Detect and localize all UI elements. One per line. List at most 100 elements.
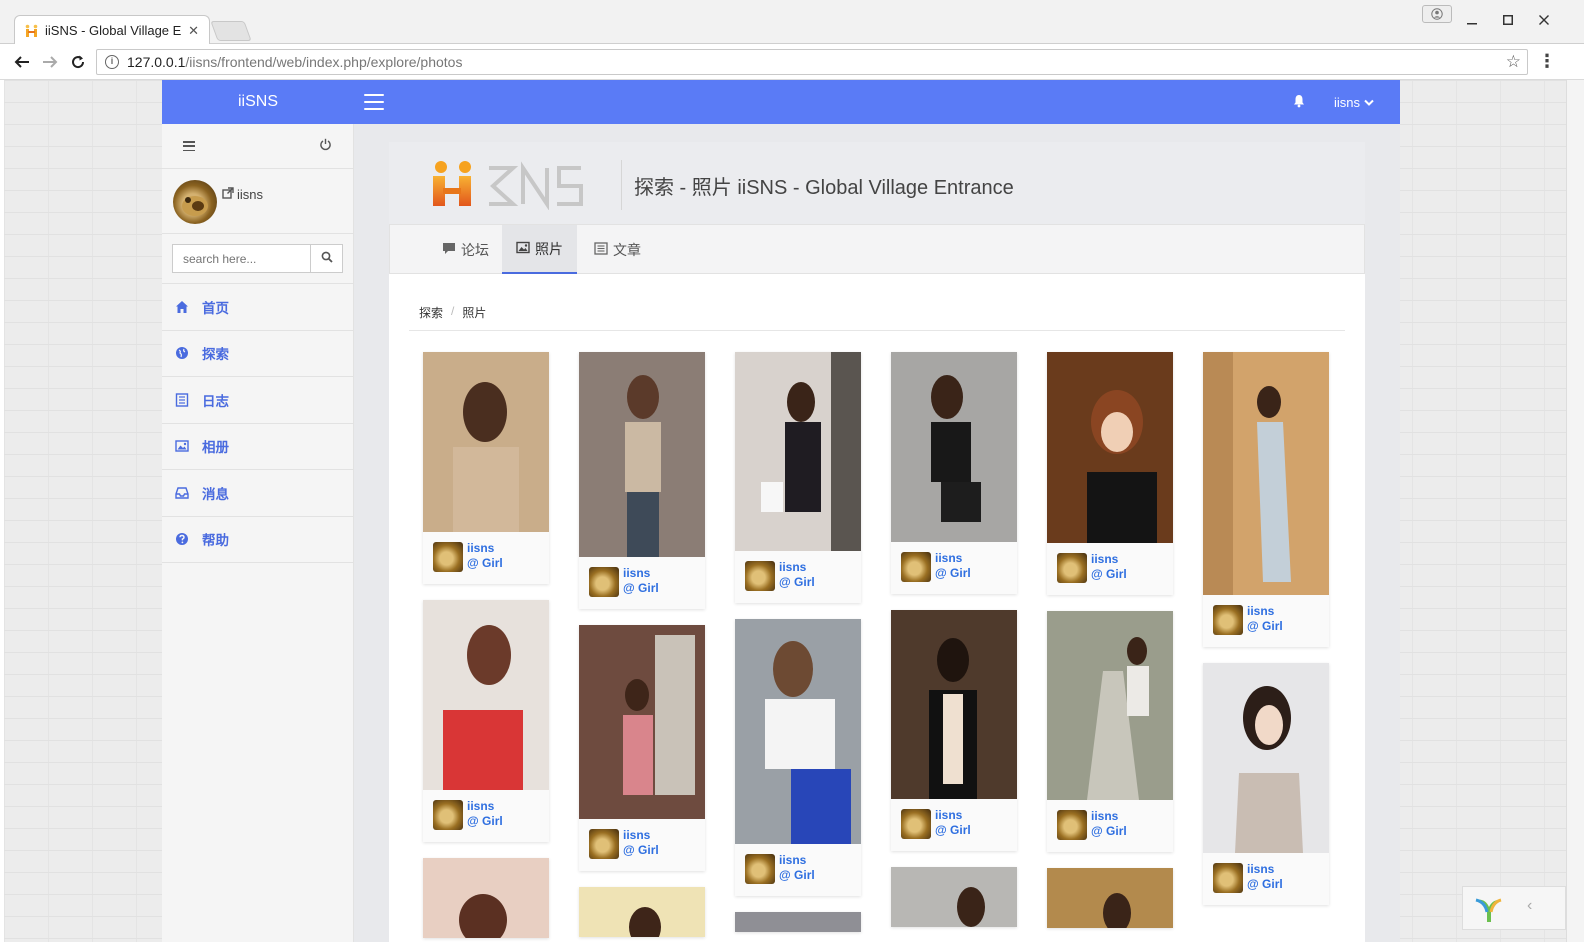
author-name[interactable]: iisns: [779, 560, 806, 575]
bookmark-star-icon[interactable]: ☆: [1506, 52, 1521, 72]
author-name[interactable]: iisns: [623, 566, 650, 581]
info-icon[interactable]: i: [105, 55, 119, 69]
photo-card[interactable]: [1047, 868, 1173, 928]
site-brand[interactable]: iiSNS: [162, 80, 354, 124]
photo-thumbnail[interactable]: [735, 619, 861, 844]
photo-card[interactable]: iisns @ Girl: [423, 352, 549, 584]
photo-thumbnail[interactable]: [891, 610, 1017, 799]
author-name[interactable]: iisns: [1091, 552, 1118, 567]
photo-thumbnail[interactable]: [1047, 868, 1173, 928]
tab-forum[interactable]: 论坛: [428, 225, 503, 274]
author-avatar[interactable]: [745, 561, 775, 591]
author-name[interactable]: iisns: [623, 828, 650, 843]
sidebar-item-explore[interactable]: 探索: [162, 331, 353, 377]
author-name[interactable]: iisns: [779, 853, 806, 868]
author-name[interactable]: iisns: [1091, 809, 1118, 824]
minimize-icon[interactable]: [1454, 6, 1490, 34]
author-avatar[interactable]: [901, 552, 931, 582]
photo-thumbnail[interactable]: [891, 867, 1017, 927]
maximize-icon[interactable]: [1490, 6, 1526, 34]
album-name[interactable]: @ Girl: [467, 814, 503, 829]
photo-thumbnail[interactable]: [579, 887, 705, 937]
hamburger-menu-icon[interactable]: [364, 93, 384, 111]
new-tab-button[interactable]: [210, 21, 252, 41]
sidebar-item-home[interactable]: 首页: [162, 284, 353, 331]
author-avatar[interactable]: [1213, 863, 1243, 893]
photo-card[interactable]: [423, 858, 549, 938]
breadcrumb-item[interactable]: 探索: [419, 304, 443, 321]
browser-tab[interactable]: iiSNS - Global Village En ✕: [14, 15, 210, 45]
sidebar-toggle-icon[interactable]: [183, 141, 195, 151]
search-button[interactable]: [310, 244, 343, 273]
author-avatar[interactable]: [1057, 810, 1087, 840]
author-name[interactable]: iisns: [1247, 604, 1274, 619]
album-name[interactable]: @ Girl: [1247, 619, 1283, 634]
bell-icon[interactable]: [1292, 94, 1306, 108]
photo-thumbnail[interactable]: [423, 352, 549, 532]
back-arrow-icon[interactable]: [10, 51, 34, 73]
album-name[interactable]: @ Girl: [935, 566, 971, 581]
album-name[interactable]: @ Girl: [1247, 877, 1283, 892]
author-avatar[interactable]: [745, 854, 775, 884]
photo-thumbnail[interactable]: [1203, 352, 1329, 595]
sidebar-item-album[interactable]: 相册: [162, 424, 353, 470]
photo-thumbnail[interactable]: [1203, 663, 1329, 853]
close-window-icon[interactable]: [1526, 6, 1562, 34]
author-avatar[interactable]: [1213, 605, 1243, 635]
photo-thumbnail[interactable]: [735, 352, 861, 551]
power-icon[interactable]: [319, 138, 332, 154]
photo-thumbnail[interactable]: [423, 600, 549, 790]
chevron-left-icon[interactable]: ‹: [1527, 897, 1532, 915]
photo-card[interactable]: iisns @ Girl: [891, 610, 1017, 851]
site-logo[interactable]: [431, 158, 601, 211]
author-avatar[interactable]: [589, 567, 619, 597]
tab-close-icon[interactable]: ✕: [188, 23, 199, 39]
photo-card[interactable]: iisns @ Girl: [891, 352, 1017, 594]
avatar[interactable]: [173, 180, 217, 224]
author-avatar[interactable]: [1057, 553, 1087, 583]
photo-card[interactable]: iisns @ Girl: [1203, 352, 1329, 647]
photo-card[interactable]: [735, 912, 861, 932]
album-name[interactable]: @ Girl: [779, 575, 815, 590]
author-name[interactable]: iisns: [935, 808, 962, 823]
photo-card[interactable]: iisns @ Girl: [1047, 611, 1173, 852]
photo-card[interactable]: [891, 867, 1017, 927]
photo-card[interactable]: iisns @ Girl: [423, 600, 549, 842]
album-name[interactable]: @ Girl: [1091, 824, 1127, 839]
album-name[interactable]: @ Girl: [623, 581, 659, 596]
tab-photos[interactable]: 照片: [502, 225, 577, 274]
photo-card[interactable]: [579, 887, 705, 937]
sidebar-username-link[interactable]: iisns: [222, 187, 263, 202]
reload-icon[interactable]: [66, 51, 90, 73]
photo-thumbnail[interactable]: [1047, 352, 1173, 543]
photo-card[interactable]: iisns @ Girl: [579, 352, 705, 609]
author-name[interactable]: iisns: [935, 551, 962, 566]
browser-menu-icon[interactable]: ⋮: [1538, 51, 1556, 72]
forward-arrow-icon[interactable]: [38, 51, 62, 73]
user-menu[interactable]: iisns: [1334, 80, 1374, 124]
author-name[interactable]: iisns: [467, 799, 494, 814]
photo-card[interactable]: iisns @ Girl: [735, 619, 861, 896]
photo-thumbnail[interactable]: [423, 858, 549, 938]
sidebar-item-journal[interactable]: 日志: [162, 377, 353, 424]
author-name[interactable]: iisns: [467, 541, 494, 556]
sidebar-item-help[interactable]: 帮助: [162, 517, 353, 563]
tab-articles[interactable]: 文章: [580, 225, 655, 274]
author-avatar[interactable]: [589, 829, 619, 859]
author-avatar[interactable]: [433, 800, 463, 830]
album-name[interactable]: @ Girl: [1091, 567, 1127, 582]
page-scrollbar[interactable]: [1566, 80, 1584, 942]
author-avatar[interactable]: [433, 542, 463, 572]
debug-toolbar[interactable]: ‹: [1462, 886, 1566, 930]
photo-thumbnail[interactable]: [579, 352, 705, 557]
sidebar-item-messages[interactable]: 消息: [162, 470, 353, 517]
author-avatar[interactable]: [901, 809, 931, 839]
photo-thumbnail[interactable]: [1047, 611, 1173, 800]
photo-card[interactable]: iisns @ Girl: [1047, 352, 1173, 595]
album-name[interactable]: @ Girl: [779, 868, 815, 883]
album-name[interactable]: @ Girl: [623, 843, 659, 858]
photo-thumbnail[interactable]: [579, 625, 705, 819]
address-bar[interactable]: i 127.0.0.1/iisns/frontend/web/index.php…: [96, 49, 1528, 75]
photo-card[interactable]: iisns @ Girl: [735, 352, 861, 603]
album-name[interactable]: @ Girl: [935, 823, 971, 838]
